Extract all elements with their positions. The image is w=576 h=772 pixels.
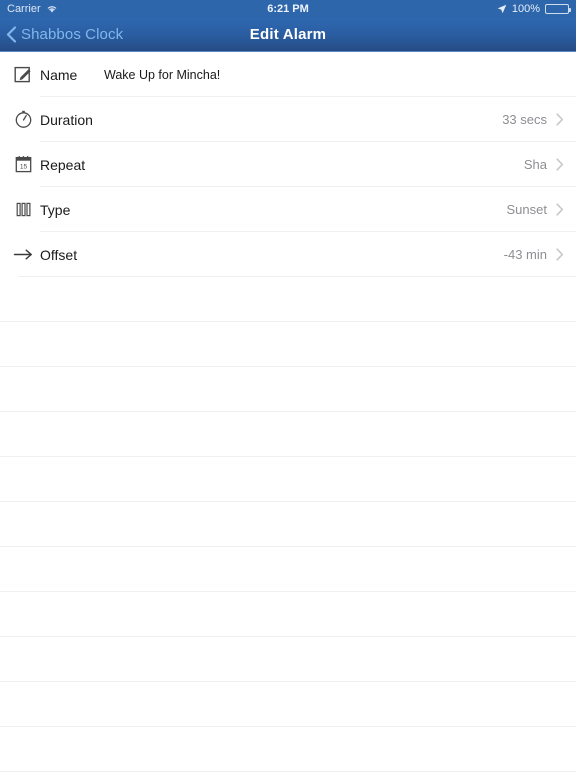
table-row-empty: [0, 637, 576, 682]
stopwatch-icon: [8, 110, 38, 129]
location-arrow-icon: [497, 4, 507, 14]
battery-percent-label: 100%: [511, 3, 540, 15]
bars-icon: [8, 200, 38, 219]
table-row-empty: [0, 502, 576, 547]
table-row-name[interactable]: Name Wake Up for Mincha!: [0, 52, 576, 97]
row-label-type: Type: [40, 201, 71, 218]
chevron-right-icon: [556, 248, 564, 261]
row-label-offset: Offset: [40, 246, 78, 263]
table-row-empty: [0, 727, 576, 772]
battery-full-icon: [545, 4, 571, 14]
row-detail-offset: -43 min: [503, 247, 547, 262]
row-accessory-offset: -43 min: [504, 247, 576, 262]
carrier-label: Carrier: [7, 3, 41, 15]
wifi-icon: [46, 4, 58, 14]
row-accessory-repeat: Sha: [524, 157, 576, 172]
chevron-right-icon: [556, 113, 564, 126]
row-label-duration: Duration: [40, 111, 93, 128]
status-bar-right: 100%: [497, 3, 571, 15]
table-row-empty: [0, 547, 576, 592]
row-accessory-type: Sunset: [507, 202, 576, 217]
svg-text:15: 15: [19, 164, 27, 171]
row-detail-duration: 33 secs: [502, 112, 547, 127]
table-row-empty: [0, 457, 576, 502]
status-bar-time: 6:21 PM: [267, 3, 309, 15]
arrow-right-icon: [8, 245, 38, 264]
row-detail-type: Sunset: [506, 202, 547, 217]
table-row-duration[interactable]: Duration 33 secs: [0, 97, 576, 142]
alarm-settings-table: Name Wake Up for Mincha! Duration 33 sec…: [0, 52, 576, 772]
chevron-right-icon: [556, 158, 564, 171]
chevron-right-icon: [556, 203, 564, 216]
empty-rows-container: [0, 277, 576, 772]
table-row-repeat[interactable]: 15 Repeat Sha: [0, 142, 576, 187]
table-row-type[interactable]: Type Sunset: [0, 187, 576, 232]
back-button[interactable]: Shabbos Clock: [0, 26, 123, 43]
back-button-label: Shabbos Clock: [21, 26, 124, 43]
row-detail-repeat: Sha: [523, 157, 547, 172]
row-value-name: Wake Up for Mincha!: [104, 67, 221, 82]
table-row-empty: [0, 322, 576, 367]
calendar-icon: 15: [8, 155, 38, 174]
chevron-left-icon: [6, 26, 17, 43]
table-row-empty: [0, 592, 576, 637]
row-accessory-duration: 33 secs: [502, 112, 576, 127]
status-bar: Carrier 6:21 PM 100%: [0, 0, 576, 18]
table-row-empty: [0, 412, 576, 457]
table-row-empty: [0, 277, 576, 322]
status-bar-left: Carrier: [7, 3, 58, 15]
row-label-repeat: Repeat: [40, 156, 86, 173]
table-row-empty: [0, 682, 576, 727]
table-row-empty: [0, 367, 576, 412]
table-row-offset[interactable]: Offset -43 min: [0, 232, 576, 277]
row-label-name: Name: [40, 66, 78, 83]
navigation-bar: Shabbos Clock Edit Alarm: [0, 18, 576, 52]
compose-icon: [8, 65, 38, 84]
